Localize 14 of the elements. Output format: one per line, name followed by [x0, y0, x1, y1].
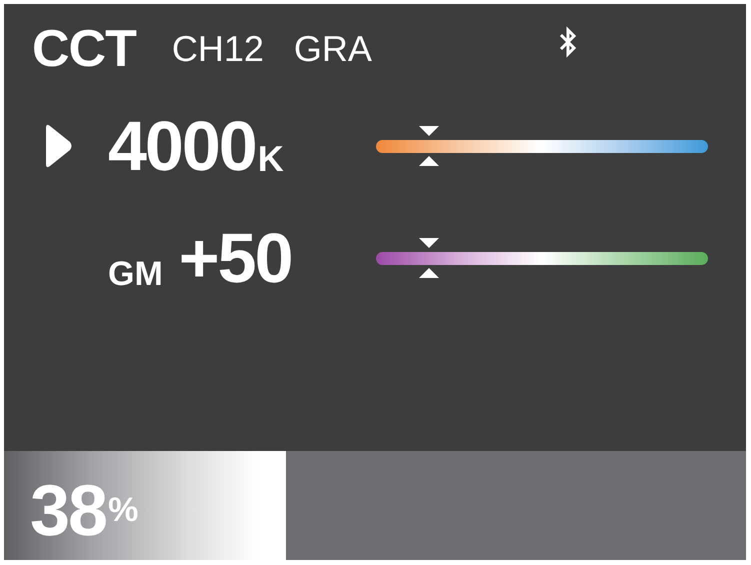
- brightness-value: 38: [30, 475, 106, 547]
- slider-marker-icon[interactable]: [417, 126, 442, 166]
- mode-label: CCT: [32, 23, 136, 75]
- brightness-bar[interactable]: 38%: [4, 448, 746, 560]
- percent-label: %: [108, 493, 138, 527]
- parameter-label: GM: [108, 257, 163, 291]
- channel-label: CH12: [172, 31, 264, 67]
- gradient-slider-track[interactable]: [376, 140, 708, 152]
- parameter-value: 4000: [108, 111, 256, 181]
- slider-marker-icon[interactable]: [417, 238, 442, 278]
- effect-label: GRA: [294, 31, 372, 67]
- gradient-slider-track[interactable]: [376, 252, 708, 264]
- parameter-value: +50: [178, 223, 292, 293]
- unit-label: K: [258, 141, 284, 177]
